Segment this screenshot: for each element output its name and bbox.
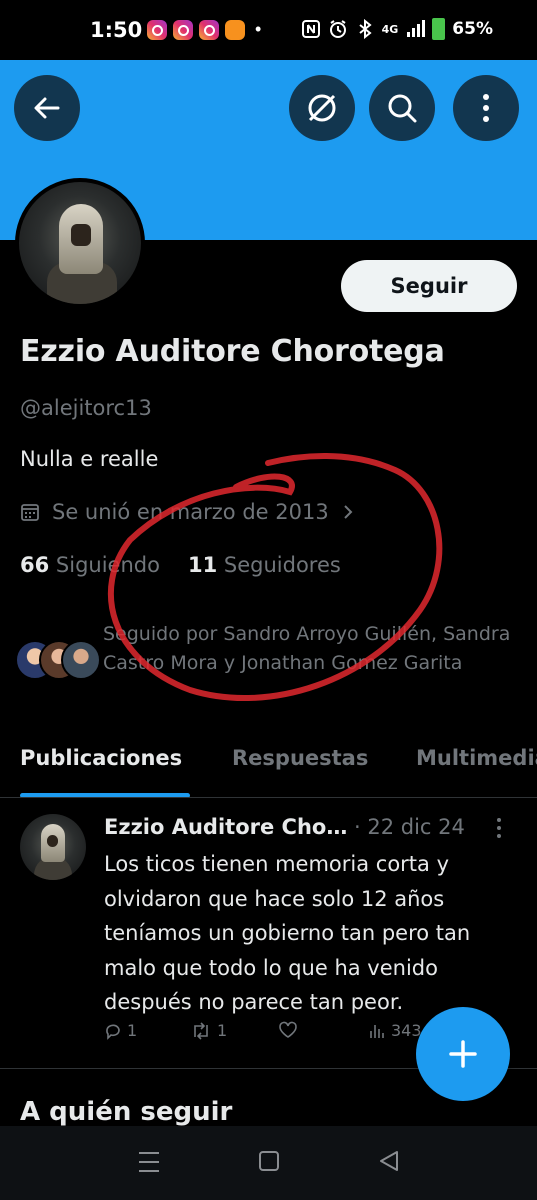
who-to-follow-heading: A quién seguir — [20, 1097, 233, 1127]
bluetooth-icon — [358, 19, 372, 39]
more-vertical-icon — [483, 94, 489, 122]
shopping-bag-icon — [225, 19, 245, 40]
chevron-right-icon — [343, 505, 353, 519]
heart-icon — [279, 1021, 297, 1038]
system-status: 4G 65% — [301, 18, 493, 40]
search-icon — [388, 94, 417, 123]
tab-media[interactable]: Multimedia — [416, 746, 537, 770]
back-triangle-icon — [380, 1151, 398, 1171]
post-separator: · — [354, 815, 368, 839]
battery-icon — [432, 18, 446, 40]
network-type: 4G — [381, 22, 399, 36]
more-vertical-icon — [497, 818, 501, 838]
joined-text: Se unió en marzo de 2013 — [52, 500, 329, 524]
views-button[interactable]: 343 — [368, 1021, 422, 1040]
system-back-button[interactable] — [378, 1150, 400, 1177]
post-avatar[interactable] — [20, 814, 86, 880]
back-button[interactable] — [14, 75, 80, 141]
status-time: 1:50 — [90, 18, 143, 42]
reply-count: 1 — [127, 1021, 138, 1040]
joined-date[interactable]: Se unió en marzo de 2013 — [20, 500, 355, 524]
status-bar: 1:50 • 4G 65% — [0, 0, 537, 60]
system-nav-bar — [0, 1126, 537, 1200]
reply-icon — [106, 1024, 120, 1040]
post-more-button[interactable] — [496, 817, 502, 845]
instagram-icon — [147, 19, 167, 40]
like-button[interactable] — [278, 1021, 298, 1039]
profile-tabs: Publicaciones Respuestas Multimedia — [0, 740, 537, 798]
grok-icon — [308, 94, 336, 122]
instagram-icon — [199, 19, 219, 40]
signal-icon — [407, 20, 426, 37]
mutual-avatar — [61, 640, 101, 680]
plus-icon — [449, 1040, 477, 1068]
post-header: Ezzio Auditore Cho… · 22 dic 24 — [104, 815, 465, 839]
menu-icon — [139, 1152, 159, 1172]
back-arrow-icon — [34, 97, 60, 119]
followers-link[interactable]: 11 Seguidores — [188, 553, 341, 577]
display-name: Ezzio Auditore Chorotega — [20, 334, 445, 369]
active-tab-indicator — [20, 793, 190, 797]
follow-counts: 66 Siguiendo 11 Seguidores — [20, 553, 341, 577]
battery-level: 65% — [452, 19, 493, 39]
repost-count: 1 — [217, 1021, 228, 1040]
instagram-icon — [173, 19, 193, 40]
reply-button[interactable]: 1 — [104, 1021, 137, 1040]
repost-icon — [194, 1021, 208, 1040]
following-link[interactable]: 66 Siguiendo — [20, 553, 160, 577]
followers-label: Seguidores — [223, 553, 341, 577]
post-author[interactable]: Ezzio Auditore Cho… — [104, 815, 347, 839]
compose-post-button[interactable] — [416, 1007, 510, 1101]
followers-count: 11 — [187, 553, 218, 577]
follow-button[interactable]: Seguir — [341, 260, 517, 312]
views-icon — [370, 1024, 384, 1038]
tab-posts[interactable]: Publicaciones — [20, 746, 182, 770]
more-notifications-dot: • — [255, 19, 262, 39]
repost-button[interactable]: 1 — [190, 1021, 227, 1040]
alarm-icon — [329, 20, 346, 38]
profile-avatar[interactable] — [15, 178, 145, 308]
post-date[interactable]: 22 dic 24 — [367, 815, 465, 839]
user-handle: @alejitorc13 — [20, 396, 152, 420]
post-text: Los ticos tienen memoria corta y olvidar… — [104, 852, 471, 1014]
home-square-icon — [259, 1151, 279, 1171]
views-count: 343 — [391, 1021, 422, 1040]
grok-button[interactable] — [289, 75, 355, 141]
followed-by-text: Seguido por Sandro Arroyo Guillén, Sandr… — [103, 623, 511, 674]
home-button[interactable] — [258, 1150, 280, 1177]
following-label: Siguiendo — [55, 553, 160, 577]
tab-replies[interactable]: Respuestas — [232, 746, 368, 770]
recent-apps-button[interactable] — [138, 1150, 160, 1179]
more-options-button[interactable] — [453, 75, 519, 141]
search-button[interactable] — [369, 75, 435, 141]
calendar-icon — [21, 504, 39, 521]
following-count: 66 — [20, 553, 50, 577]
bio: Nulla e realle — [20, 447, 159, 471]
notification-icons: • — [147, 19, 261, 40]
nfc-icon — [301, 20, 320, 38]
